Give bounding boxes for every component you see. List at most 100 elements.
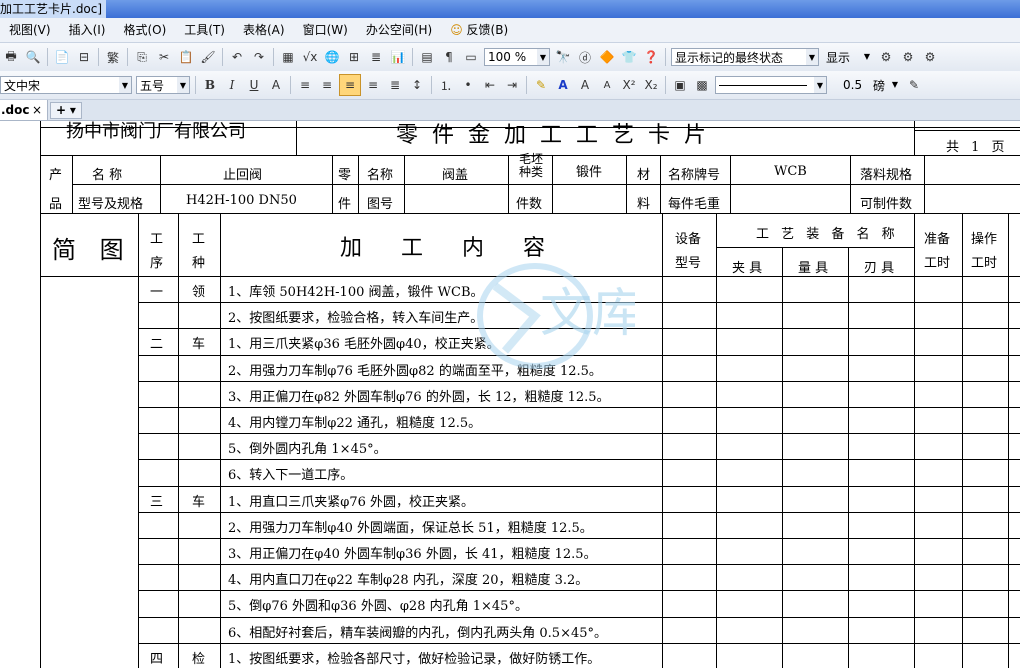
row-content[interactable]: 6、转入下一道工序。 xyxy=(228,464,353,483)
chevron-down-icon[interactable]: ▼ xyxy=(806,49,818,65)
document-tab[interactable]: .doc × xyxy=(0,100,48,120)
row-content[interactable]: 5、倒φ76 外圆和φ36 外圆、φ28 内孔角 1×45°。 xyxy=(228,595,528,614)
print-preview-icon[interactable]: 🔍 xyxy=(23,47,43,67)
border-icon[interactable]: ▣ xyxy=(670,75,690,95)
chevron-down-icon[interactable]: ▼ xyxy=(814,77,826,93)
cut-icon[interactable]: ✂ xyxy=(154,47,174,67)
zoom-select[interactable]: 100 % ▼ xyxy=(484,48,550,66)
new-page-icon[interactable]: 📄 xyxy=(52,47,72,67)
row-content[interactable]: 2、按图纸要求，检验合格，转入车间生产。 xyxy=(228,307,483,326)
menu-feedback[interactable]: ☺ 反馈(B) xyxy=(441,18,517,42)
row-content[interactable]: 2、用强力刀车制φ76 毛胚外圆φ82 的端面至平，粗糙度 12.5。 xyxy=(228,360,602,379)
menu-insert[interactable]: 插入(I) xyxy=(60,18,115,42)
line-width-select[interactable]: 0.5 磅 ▼ xyxy=(831,76,901,94)
menu-window[interactable]: 窗口(W) xyxy=(294,18,357,42)
justify-icon[interactable]: ≡ xyxy=(363,75,383,95)
shading-icon[interactable]: ▩ xyxy=(692,75,712,95)
close-icon[interactable]: × xyxy=(32,100,42,120)
superscript-icon[interactable]: X² xyxy=(619,75,639,95)
subscript-icon[interactable]: X₂ xyxy=(641,75,661,95)
font-color-icon[interactable]: A xyxy=(553,75,573,95)
chart-icon[interactable]: 📊 xyxy=(388,47,408,67)
menu-office-space[interactable]: 办公空间(H) xyxy=(357,18,441,42)
font-name-select[interactable]: 文中宋 ▼ xyxy=(0,76,132,94)
menu-table[interactable]: 表格(A) xyxy=(234,18,294,42)
redo-icon[interactable]: ↷ xyxy=(249,47,269,67)
markup-view-select[interactable]: 显示标记的最终状态 ▼ xyxy=(671,48,819,66)
chevron-down-icon[interactable]: ▼ xyxy=(177,77,189,93)
chevron-down-icon[interactable]: ▼ xyxy=(537,49,549,65)
chevron-down-icon[interactable]: ▼ xyxy=(889,76,901,92)
show-marks-icon[interactable]: ¶ xyxy=(439,47,459,67)
shirt-icon[interactable]: 👕 xyxy=(619,47,639,67)
row-content[interactable]: 1、库领 50H42H-100 阀盖，锻件 WCB。 xyxy=(228,281,484,300)
row-content[interactable]: 4、用内镗刀车制φ22 通孔，粗糙度 12.5。 xyxy=(228,412,481,431)
line-style-select[interactable]: ▼ xyxy=(715,76,827,94)
print-icon[interactable]: 🖶 xyxy=(1,47,21,67)
row-content[interactable]: 2、用强力刀车制φ40 外圆端面，保证总长 51，粗糙度 12.5。 xyxy=(228,517,593,536)
numbering-icon[interactable]: ⒈ xyxy=(436,75,456,95)
grid-line xyxy=(40,213,1020,214)
document-map-icon[interactable]: ▤ xyxy=(417,47,437,67)
font-size-select[interactable]: 五号 ▼ xyxy=(136,76,190,94)
distribute-icon[interactable]: ≣ xyxy=(385,75,405,95)
bold-icon[interactable]: B xyxy=(200,75,220,95)
question-icon[interactable]: ❓ xyxy=(641,47,661,67)
increase-indent-icon[interactable]: ⇥ xyxy=(502,75,522,95)
align-left-icon[interactable]: ≡ xyxy=(295,75,315,95)
frame-icon[interactable]: ▭ xyxy=(461,47,481,67)
underline-icon[interactable]: U xyxy=(244,75,264,95)
align-right-icon[interactable]: ≡ xyxy=(339,74,361,96)
grid-line xyxy=(138,328,1020,329)
label-weight: 每件毛重 xyxy=(668,197,721,212)
menu-tools[interactable]: 工具(T) xyxy=(175,18,234,42)
row-content[interactable]: 3、用正偏刀在φ40 外圆车制φ36 外圆，长 41，粗糙度 12.5。 xyxy=(228,543,597,562)
col-tooling: 工 艺 装 备 名 称 xyxy=(756,227,899,242)
document-page[interactable]: 扬中市阀门厂有限公司 零件金加工工艺卡片 共 1 页 产 品 名 称 型号及规格… xyxy=(0,121,1020,668)
chevron-down-icon[interactable]: ▼ xyxy=(119,77,131,93)
row-content[interactable]: 6、相配好衬套后，精车装阀瓣的内孔，倒内孔两头角 0.5×45°。 xyxy=(228,622,607,641)
format-painter-icon[interactable]: 🖌 xyxy=(198,47,218,67)
row-content[interactable]: 3、用正偏刀在φ82 外圆车制φ76 的外圆，长 12，粗糙度 12.5。 xyxy=(228,386,610,405)
row-content[interactable]: 5、倒外圆内孔角 1×45°。 xyxy=(228,438,387,457)
review-prev-icon[interactable]: ⚙ xyxy=(876,47,896,67)
display-dropdown[interactable]: 显示 ▼ xyxy=(823,48,873,66)
font-effects-icon[interactable]: A xyxy=(266,75,286,95)
menu-format[interactable]: 格式(O) xyxy=(114,18,175,42)
grid-line xyxy=(552,155,553,213)
menu-view[interactable]: 视图(V) xyxy=(0,18,60,42)
copy-icon[interactable]: ⎘ xyxy=(132,47,152,67)
traditional-chinese-icon[interactable]: 繁 xyxy=(103,47,123,67)
paste-icon[interactable]: 📋 xyxy=(176,47,196,67)
align-center-icon[interactable]: ≡ xyxy=(317,75,337,95)
insert-table-icon[interactable]: ▦ xyxy=(278,47,298,67)
columns-icon[interactable]: ≣ xyxy=(366,47,386,67)
row-content[interactable]: 1、按图纸要求，检验各部尺寸，做好检验记录，做好防锈工作。 xyxy=(228,648,600,667)
bullets-icon[interactable]: • xyxy=(458,75,478,95)
help-icon[interactable]: ⓓ xyxy=(575,47,595,67)
row-content[interactable]: 1、用直口三爪夹紧φ76 外圆，校正夹紧。 xyxy=(228,491,474,510)
line-spacing-icon[interactable]: ↕ xyxy=(407,75,427,95)
table-grid-icon[interactable]: ⊞ xyxy=(344,47,364,67)
review-next-icon[interactable]: ⚙ xyxy=(898,47,918,67)
italic-icon[interactable]: I xyxy=(222,75,242,95)
menu-feedback-label: 反馈(B) xyxy=(466,23,509,37)
undo-icon[interactable]: ↶ xyxy=(227,47,247,67)
binoculars-icon[interactable]: 🔭 xyxy=(553,47,573,67)
grid-line xyxy=(72,184,1020,185)
accept-change-icon[interactable]: ⚙ xyxy=(920,47,940,67)
grow-font-icon[interactable]: A xyxy=(575,75,595,95)
row-content[interactable]: 4、用内直口刀在φ22 车制φ28 内孔，深度 20，粗糙度 3.2。 xyxy=(228,569,588,588)
row-content[interactable]: 1、用三爪夹紧φ36 毛胚外圆φ40，校正夹紧。 xyxy=(228,333,500,352)
formula-icon[interactable]: √x xyxy=(300,47,320,67)
border-color-icon[interactable]: ✎ xyxy=(904,75,924,95)
grid-line xyxy=(138,512,1020,513)
decrease-indent-icon[interactable]: ⇤ xyxy=(480,75,500,95)
highlight-icon[interactable]: ✎ xyxy=(531,75,551,95)
chevron-down-icon[interactable]: ▼ xyxy=(861,48,873,64)
hyperlink-icon[interactable]: 🌐 xyxy=(322,47,342,67)
shrink-font-icon[interactable]: A xyxy=(597,75,617,95)
new-tab-button[interactable]: + ▾ xyxy=(50,102,82,119)
page-break-icon[interactable]: ⊟ xyxy=(74,47,94,67)
office-assistant-icon[interactable]: 🔶 xyxy=(597,47,617,67)
